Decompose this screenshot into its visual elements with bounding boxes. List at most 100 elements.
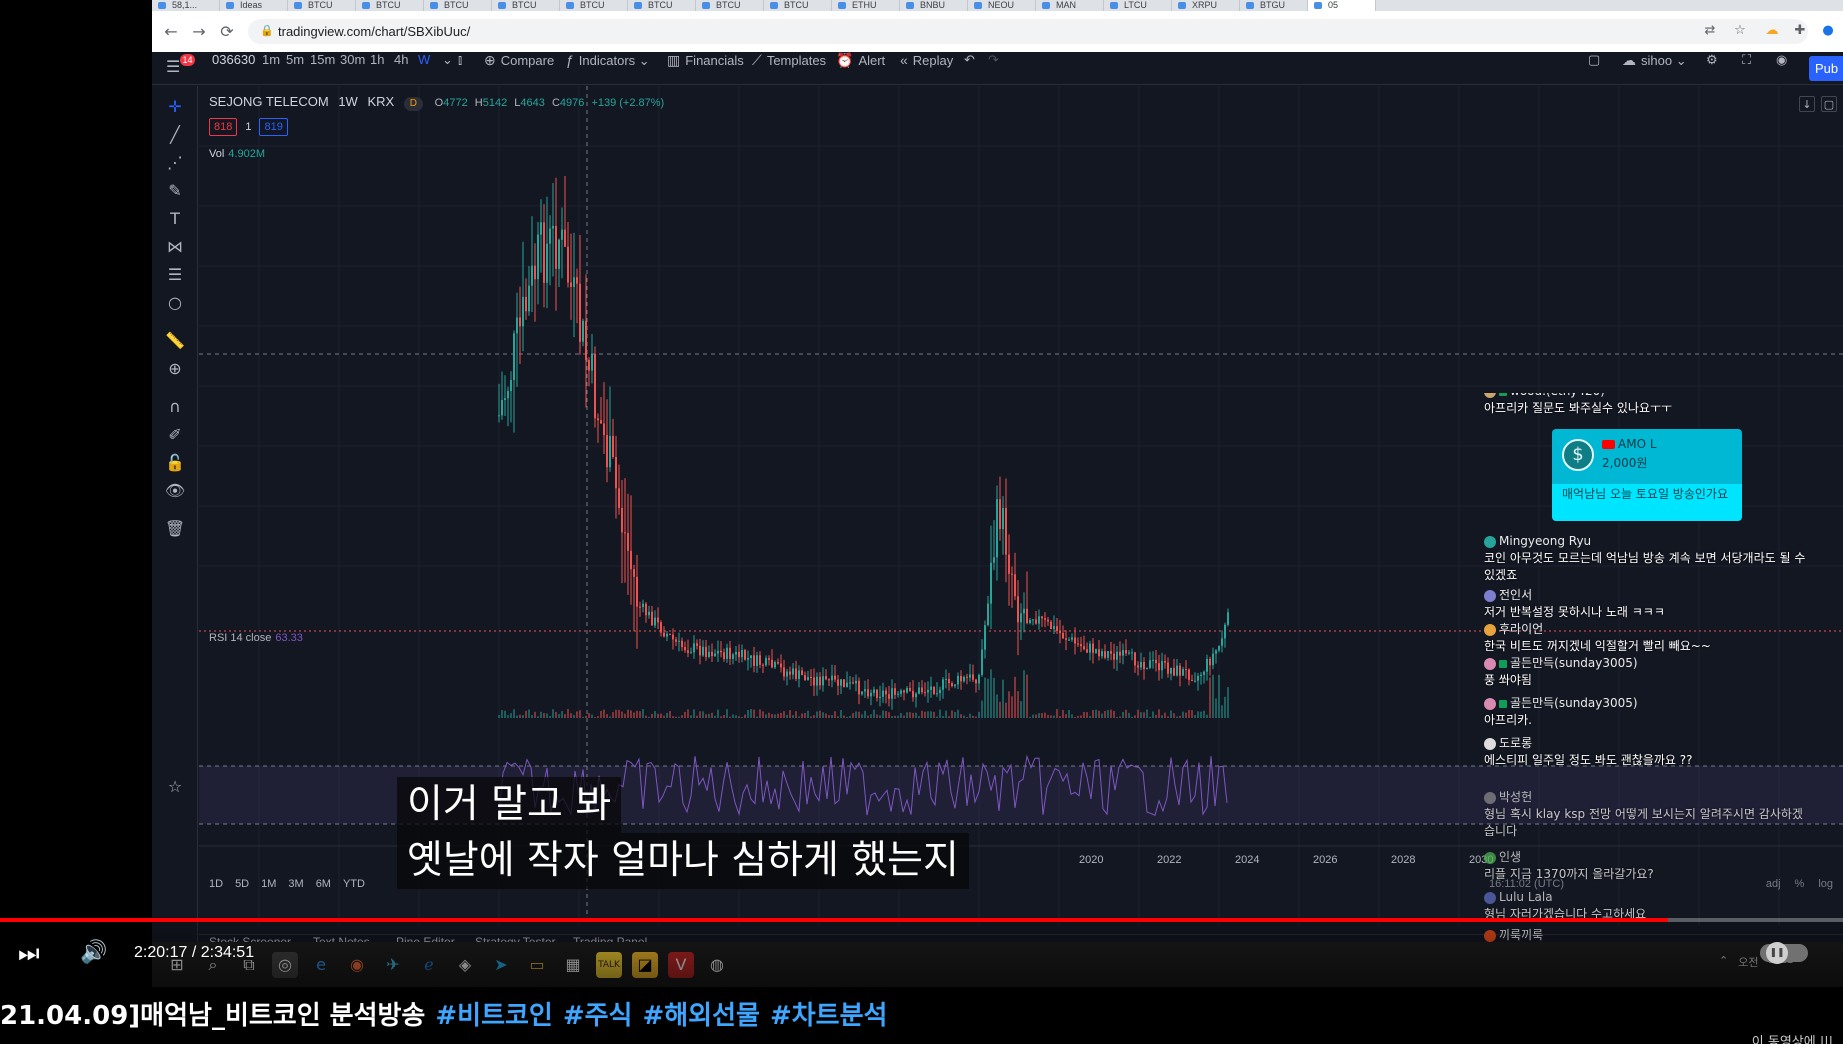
interval-15m[interactable]: 15m [310,52,335,85]
browser-tab[interactable]: NEOU [968,0,1036,11]
candle-body [792,668,794,675]
browser-tab[interactable]: BTCU [288,0,356,11]
magnet-icon[interactable]: ∩ [164,396,186,418]
maximize-pane-icon[interactable]: ▢ [1821,96,1837,112]
crosshair-icon[interactable]: ✛ [164,96,186,118]
candle-body [627,533,629,551]
range-3M[interactable]: 3M [288,878,303,890]
hashtag-link[interactable]: #해외선물 [642,1001,759,1031]
candle-body [1035,619,1037,624]
reload-icon[interactable]: ⟳ [218,23,236,41]
browser-tab[interactable]: 05 [1308,0,1376,11]
candle-body [1140,662,1142,668]
legend-dividend-badge[interactable]: D [403,97,424,111]
volume-icon[interactable]: 🔊 [80,939,108,967]
projection-tool-icon[interactable]: ☰ [164,264,186,286]
browser-tab[interactable]: Ideas [220,0,288,11]
browser-tab[interactable]: 58,1... [152,0,220,11]
lock-drawings-icon[interactable]: 🔓 [164,452,186,474]
forward-icon[interactable]: → [190,23,208,41]
fullscreen-icon[interactable]: ⛶ [1742,52,1751,85]
quantity-value[interactable]: 1 [243,118,253,136]
fx-icon: ƒ [566,52,574,68]
zoom-icon[interactable]: ⊕ [164,358,186,380]
interval-chevron-down-icon[interactable]: ⌄ [442,52,453,85]
settings-gear-icon[interactable]: ⚙ [1706,52,1718,85]
eye-icon[interactable]: 👁 [164,480,186,502]
interval-4h[interactable]: 4h [394,52,408,85]
stay-drawing-icon[interactable]: ✐ [164,424,186,446]
buy-button[interactable]: 819 [259,118,288,136]
interval-5m[interactable]: 5m [286,52,304,85]
alert-button[interactable]: ⏰ Alert [836,52,885,85]
financials-button[interactable]: ▥ Financials [667,52,744,85]
candle-body [537,234,539,280]
download-arrow-icon[interactable]: ↓ [1799,96,1815,112]
layout-select-icon[interactable]: ▢ [1588,52,1600,85]
redo-icon[interactable]: ↷ [988,52,999,85]
interval-W[interactable]: W [418,52,430,85]
hashtag-link[interactable]: #비트코인 [435,1001,552,1031]
browser-tab[interactable]: BTCU [424,0,492,11]
browser-tab[interactable]: BTCU [628,0,696,11]
range-5D[interactable]: 5D [235,878,249,890]
indicators-button[interactable]: ƒ Indicators ⌄ [566,52,650,85]
pattern-tool-icon[interactable]: ⋈ [164,236,186,258]
candles-style-icon[interactable]: ⫾ [458,52,462,85]
volume-bar [795,711,797,718]
chat-author: 후라이언 [1484,621,1806,638]
hashtag-link[interactable]: #차트분석 [770,1001,887,1031]
ruler-icon[interactable]: 📏 [164,330,186,352]
range-1D[interactable]: 1D [209,878,223,890]
compare-button[interactable]: ⊕ Compare [484,52,554,85]
undo-icon[interactable]: ↶ [964,52,975,85]
browser-tab[interactable]: BTGU [1240,0,1308,11]
interval-1m[interactable]: 1m [262,52,280,85]
camera-snapshot-icon[interactable]: ◉ [1776,52,1787,85]
browser-tab[interactable]: ETHU [832,0,900,11]
range-1M[interactable]: 1M [261,878,276,890]
layout-name-button[interactable]: ☁ sihoo ⌄ [1622,52,1687,85]
replay-button[interactable]: « Replay [900,52,953,85]
trash-icon[interactable]: 🗑 [164,518,186,540]
browser-tab[interactable]: LTCU [1104,0,1172,11]
profile-icon[interactable]: ● [1820,23,1836,39]
text-tool-icon[interactable]: T [164,208,186,230]
video-title[interactable]: 21.04.09]매억남_비트코인 분석방송 #비트코인 #주식 #해외선물 #차트분석 [0,995,887,1032]
translate-icon[interactable]: ⇄ [1702,23,1718,39]
candle-body [552,225,554,229]
browser-tab[interactable]: XRPU [1172,0,1240,11]
browser-tab[interactable]: BTCU [560,0,628,11]
browser-tab[interactable]: BNBU [900,0,968,11]
interval-30m[interactable]: 30m [340,52,365,85]
hashtag-link[interactable]: #주식 [563,1001,633,1031]
symbol-search[interactable]: 036630 [212,52,255,85]
member-badge-icon [1499,659,1507,668]
publish-button[interactable]: Pub [1809,56,1843,81]
favorites-star-icon[interactable]: ☆ [164,776,186,798]
autoplay-toggle[interactable] [1760,942,1808,964]
browser-tab[interactable]: BTCU [356,0,424,11]
browser-tab[interactable]: MAN [1036,0,1104,11]
interval-1h[interactable]: 1h [370,52,384,85]
volume-bar [675,716,677,718]
browser-tab[interactable]: BTCU [492,0,560,11]
fib-tool-icon[interactable]: ⋰ [164,152,186,174]
sell-button[interactable]: 818 [209,118,238,136]
url-field[interactable]: 🔒 tradingview.com/chart/SBXibUuc/ [248,19,1808,44]
bookmark-star-icon[interactable]: ☆ [1732,23,1748,39]
cloud-extension-icon[interactable]: ☁ [1764,23,1780,39]
extensions-puzzle-icon[interactable]: ✚ [1792,23,1808,39]
browser-tab[interactable]: BTCU [696,0,764,11]
templates-button[interactable]: ⟋ Templates [752,52,826,85]
time-tick-label: 2024 [1235,854,1260,866]
trend-line-icon[interactable]: ╱ [164,124,186,146]
back-icon[interactable]: ← [162,23,180,41]
scale-option-log[interactable]: log [1818,878,1833,890]
circle-shape-icon[interactable]: ○ [164,292,186,314]
browser-tab[interactable]: BTCU [764,0,832,11]
next-video-icon[interactable]: ⏭ [18,939,44,967]
range-6M[interactable]: 6M [316,878,331,890]
range-YTD[interactable]: YTD [343,878,365,890]
brush-icon[interactable]: ✎ [164,180,186,202]
